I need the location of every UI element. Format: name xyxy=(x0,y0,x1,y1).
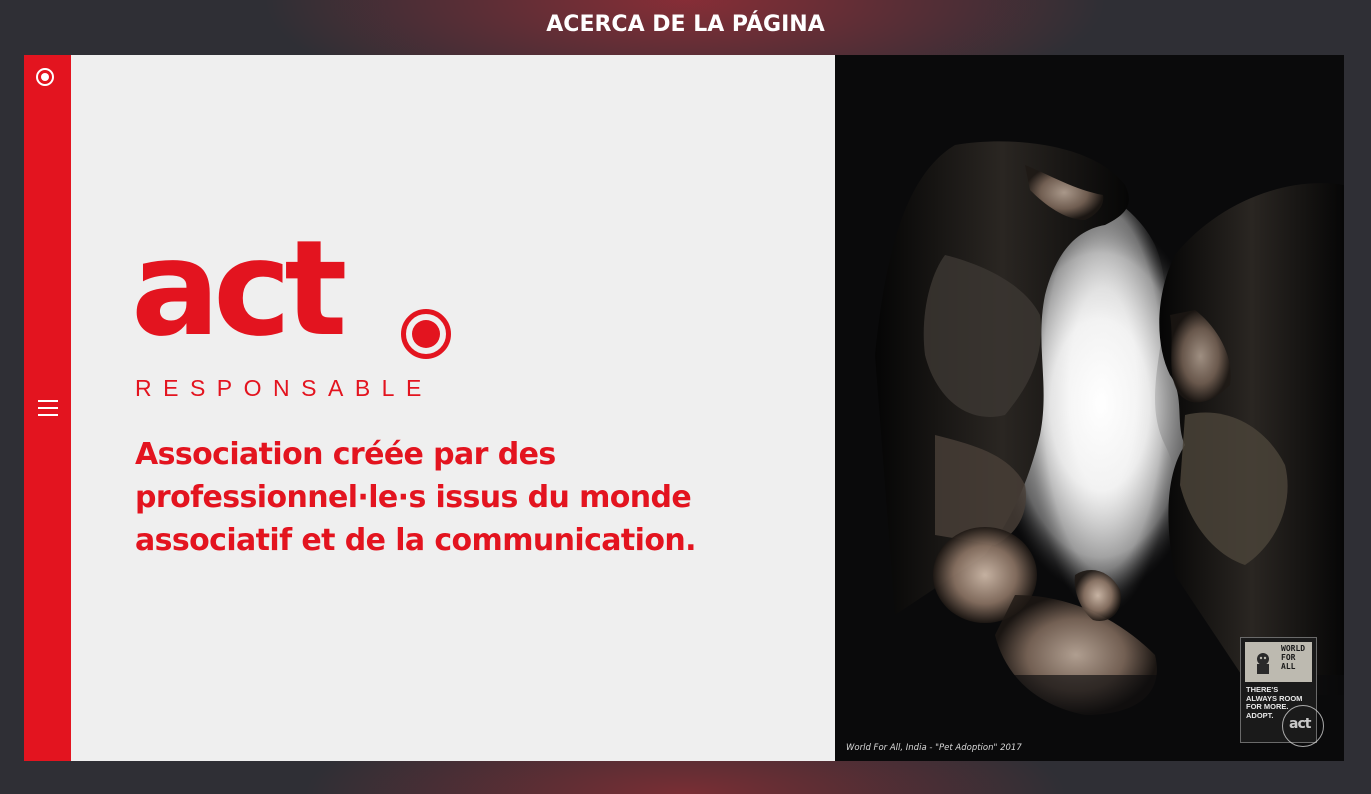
logo-record-icon xyxy=(401,309,451,359)
act-badge-text: act xyxy=(1289,716,1311,732)
intro-panel: act RESPONSABLE Association créée par de… xyxy=(71,55,835,761)
poster-caption: World For All, India - "Pet Adoption" 20… xyxy=(846,743,1022,753)
logo-subtitle: RESPONSABLE xyxy=(135,375,433,401)
tagline-line: professionnel·le·s issus du monde xyxy=(135,480,692,515)
act-responsable-logo[interactable]: act RESPONSABLE xyxy=(131,223,495,401)
about-frame: act RESPONSABLE Association créée par de… xyxy=(24,55,1344,761)
radio-dot-icon[interactable] xyxy=(36,68,54,86)
dog-icon xyxy=(1257,653,1269,674)
wfa-logo-line: FOR xyxy=(1281,653,1296,662)
wfa-logo-line: WORLD xyxy=(1281,644,1306,653)
tagline-line: associatif et de la communication. xyxy=(135,523,697,558)
wfa-logo-line: ALL xyxy=(1281,662,1296,671)
side-rail xyxy=(24,55,71,761)
wfa-logo-text: WORLD FOR ALL xyxy=(1281,644,1311,671)
wfa-logo: WORLD FOR ALL xyxy=(1245,642,1312,682)
intro-tagline: Association créée par des professionnel·… xyxy=(135,433,815,562)
hamburger-menu-icon[interactable] xyxy=(38,400,58,416)
page-title: ACERCA DE LA PÁGINA xyxy=(546,12,825,37)
poster-panel: WORLD FOR ALL THERE'S ALWAYS ROOM FOR MO… xyxy=(835,55,1344,761)
act-watermark-badge: act xyxy=(1282,705,1324,747)
page: ACERCA DE LA PÁGINA act RESPONSABLE Asso… xyxy=(0,0,1371,794)
tagline-line: Association créée par des xyxy=(135,437,556,472)
logo-wordmark: act xyxy=(131,212,347,366)
